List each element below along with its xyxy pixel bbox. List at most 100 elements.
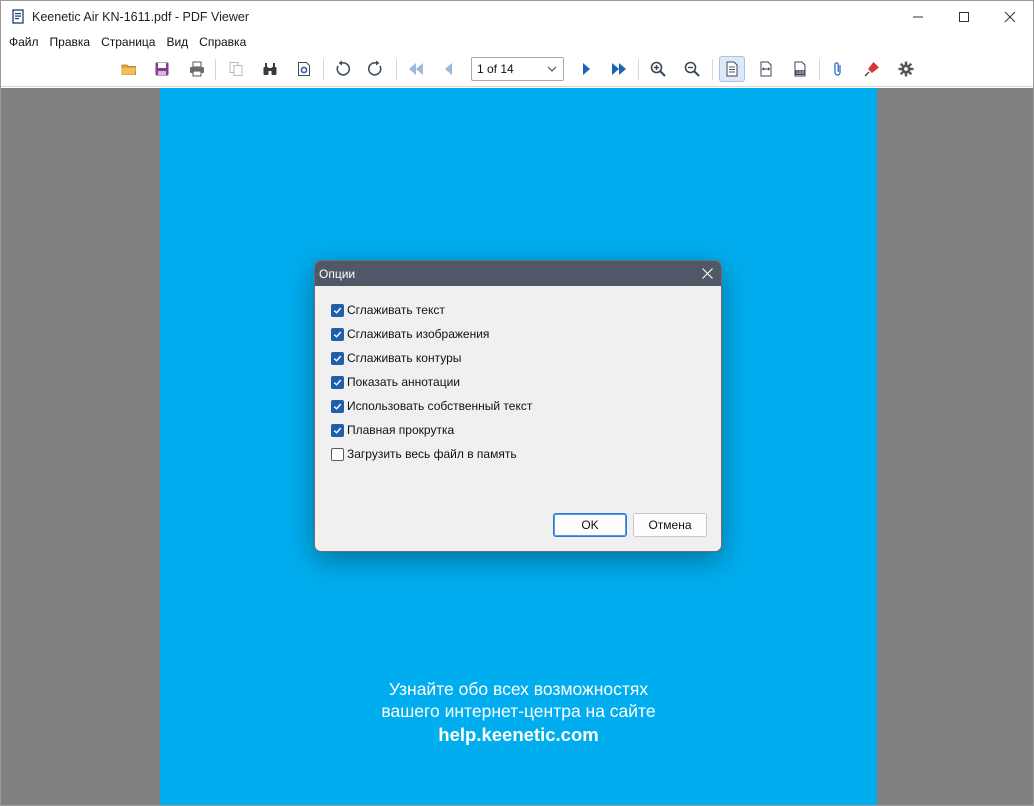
find-button[interactable] — [257, 56, 283, 82]
option-label: Показать аннотации — [347, 375, 460, 389]
page-link-text: help.keenetic.com — [438, 724, 599, 745]
menu-page[interactable]: Страница — [96, 32, 161, 52]
option-smooth-text[interactable]: Сглаживать текст — [331, 301, 445, 319]
toolbar: 1 of 14 100 — [1, 52, 1033, 87]
option-load-file-into-memory[interactable]: Загрузить весь файл в память — [331, 445, 517, 463]
dialog-title: Опции — [319, 266, 356, 281]
fit-page-button[interactable] — [719, 56, 745, 82]
page-number-select[interactable]: 1 of 14 — [471, 57, 564, 81]
checkbox-checked[interactable] — [331, 303, 344, 317]
checkmark-icon — [333, 379, 342, 386]
document-properties-button[interactable] — [291, 56, 317, 82]
fit-page-icon — [726, 61, 738, 77]
first-page-button[interactable] — [403, 56, 429, 82]
option-label: Сглаживать изображения — [347, 327, 490, 341]
zoom-in-icon — [650, 61, 666, 77]
dialog-title-bar: Опции — [315, 261, 721, 286]
next-page-icon — [583, 63, 590, 75]
find-icon — [263, 63, 277, 75]
zoom-out-icon — [684, 61, 700, 77]
rotate-right-button[interactable] — [363, 56, 389, 82]
checkmark-icon — [333, 355, 342, 362]
next-page-button[interactable] — [573, 56, 599, 82]
title-bar: Keenetic Air KN-1611.pdf - PDF Viewer — [1, 1, 1033, 32]
option-smooth-scrolling[interactable]: Плавная прокрутка — [331, 421, 454, 439]
page-text-line: вашего интернет-центра на сайте — [381, 701, 656, 721]
option-label: Плавная прокрутка — [347, 423, 455, 437]
checkbox-checked[interactable] — [331, 423, 344, 437]
option-label: Загрузить весь файл в память — [347, 447, 517, 461]
menu-view[interactable]: Вид — [161, 32, 194, 52]
cancel-button[interactable]: Отмена — [633, 513, 707, 537]
checkmark-icon — [333, 331, 342, 338]
copy-icon — [229, 62, 243, 76]
menu-bar: Файл Правка Страница Вид Справка — [1, 32, 1033, 52]
zoom-out-button[interactable] — [679, 56, 705, 82]
maximize-button[interactable] — [941, 1, 987, 32]
option-label: Сглаживать текст — [347, 303, 445, 317]
open-folder-icon — [121, 64, 136, 75]
checkmark-icon — [333, 403, 342, 410]
menu-edit[interactable]: Правка — [45, 32, 97, 52]
page-indicator: 1 of 14 — [477, 62, 514, 76]
option-native-text[interactable]: Использовать собственный текст — [331, 397, 532, 415]
previous-page-icon — [445, 63, 452, 75]
fit-width-icon — [760, 61, 772, 77]
document-properties-icon — [298, 62, 310, 76]
menu-file[interactable]: Файл — [4, 32, 45, 52]
rotate-left-button[interactable] — [329, 56, 355, 82]
last-page-icon — [612, 63, 626, 75]
ok-button[interactable]: OK — [553, 513, 627, 537]
last-page-button[interactable] — [606, 56, 632, 82]
save-icon — [155, 62, 169, 76]
print-icon — [190, 61, 204, 77]
checkbox-checked[interactable] — [331, 327, 344, 341]
svg-text:100: 100 — [796, 70, 805, 76]
menu-help[interactable]: Справка — [194, 32, 252, 52]
close-icon — [1004, 11, 1016, 22]
copy-button[interactable] — [223, 56, 249, 82]
open-button[interactable] — [116, 56, 142, 82]
print-button[interactable] — [184, 56, 210, 82]
option-smooth-images[interactable]: Сглаживать изображения — [331, 325, 489, 343]
actual-size-button[interactable]: 100 — [787, 56, 813, 82]
close-icon — [701, 267, 713, 279]
checkmark-icon — [333, 427, 342, 434]
pdf-viewer-app-icon — [10, 9, 26, 25]
rotate-right-icon — [367, 60, 382, 76]
option-smooth-outlines[interactable]: Сглаживать контуры — [331, 349, 461, 367]
toolbar-separator — [396, 59, 397, 80]
checkbox-unchecked[interactable] — [331, 447, 344, 461]
annotation-pin-button[interactable] — [859, 56, 885, 82]
previous-page-button[interactable] — [436, 56, 462, 82]
first-page-icon — [409, 63, 423, 75]
checkbox-checked[interactable] — [331, 399, 344, 413]
actual-size-icon: 100 — [794, 61, 806, 77]
minimize-icon — [913, 16, 923, 17]
checkbox-checked[interactable] — [331, 351, 344, 365]
minimize-button[interactable] — [895, 1, 941, 32]
option-label: Сглаживать контуры — [347, 351, 462, 365]
maximize-icon — [959, 11, 969, 22]
window-controls — [895, 1, 1033, 32]
checkmark-icon — [333, 307, 342, 314]
toolbar-separator — [712, 59, 713, 80]
pdf-viewer-window: Keenetic Air KN-1611.pdf - PDF Viewer Фа… — [0, 0, 1034, 806]
fit-width-button[interactable] — [753, 56, 779, 82]
checkbox-checked[interactable] — [331, 375, 344, 389]
save-button[interactable] — [149, 56, 175, 82]
dialog-close-button[interactable] — [699, 265, 715, 281]
toolbar-separator — [323, 59, 324, 80]
chevron-down-icon — [547, 66, 557, 72]
toolbar-separator — [215, 59, 216, 80]
close-window-button[interactable] — [987, 1, 1033, 32]
option-label: Использовать собственный текст — [347, 399, 533, 413]
toolbar-separator — [819, 59, 820, 80]
toolbar-separator — [638, 59, 639, 80]
option-show-annotations[interactable]: Показать аннотации — [331, 373, 460, 391]
window-title: Keenetic Air KN-1611.pdf - PDF Viewer — [32, 9, 249, 24]
settings-button[interactable] — [893, 56, 919, 82]
settings-icon — [898, 61, 914, 77]
zoom-in-button[interactable] — [645, 56, 671, 82]
attachment-button[interactable] — [825, 56, 851, 82]
